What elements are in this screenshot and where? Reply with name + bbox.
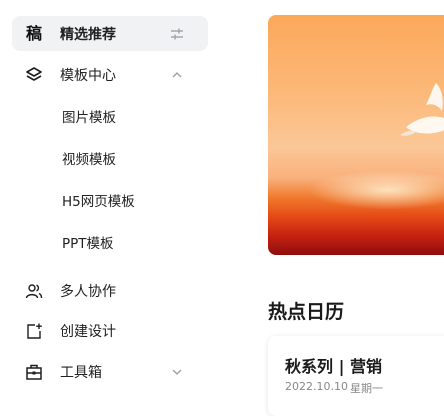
chevron-up-icon[interactable] — [168, 66, 186, 84]
sidebar-item-featured[interactable]: 稿 精选推荐 — [0, 17, 222, 51]
layers-icon — [24, 65, 44, 85]
banner-glow — [308, 170, 444, 210]
chevron-down-icon[interactable] — [168, 363, 186, 381]
event-date: 2022.10.10 — [285, 380, 348, 393]
event-card[interactable]: 秋系列 | 营销 2022.10.10 星期一 — [268, 336, 444, 416]
sidebar-item-label: 创建设计 — [60, 324, 116, 340]
sidebar-subitem-ppt-templates[interactable]: PPT模板 — [0, 225, 222, 259]
sidebar-subitem-image-templates[interactable]: 图片模板 — [0, 99, 222, 133]
sidebar-item-label: 多人协作 — [60, 284, 116, 300]
sidebar-item-label: 模板中心 — [60, 68, 116, 84]
sidebar-subitem-label: PPT模板 — [62, 236, 114, 252]
sidebar-subitem-h5-templates[interactable]: H5网页模板 — [0, 183, 222, 217]
sidebar-item-create-design[interactable]: 创建设计 — [0, 314, 222, 348]
create-design-icon — [24, 321, 44, 341]
sidebar-item-toolbox[interactable]: 工具箱 — [0, 355, 222, 389]
sidebar-item-collaboration[interactable]: 多人协作 — [0, 274, 222, 308]
users-icon — [24, 281, 44, 301]
sidebar-item-label: 工具箱 — [60, 365, 102, 381]
event-weekday: 星期一 — [350, 382, 383, 395]
sidebar-item-label: 精选推荐 — [60, 27, 116, 43]
sidebar: 稿 精选推荐 模板中心 图片模板 视频模板 H5网页模板 PPT模板 多人协作 … — [0, 0, 222, 401]
toolbox-icon — [24, 362, 44, 382]
sliders-icon[interactable] — [168, 25, 186, 43]
gao-icon: 稿 — [25, 24, 42, 43]
sidebar-subitem-label: 图片模板 — [62, 110, 116, 126]
sidebar-subitem-video-templates[interactable]: 视频模板 — [0, 141, 222, 175]
sidebar-item-templates[interactable]: 模板中心 — [0, 58, 222, 92]
sidebar-subitem-label: H5网页模板 — [62, 194, 135, 210]
event-title: 秋系列 | 营销 — [285, 357, 382, 376]
dove-image — [400, 83, 444, 136]
hero-banner-image[interactable] — [268, 15, 444, 255]
sidebar-subitem-label: 视频模板 — [62, 152, 116, 168]
section-title-hot-calendar: 热点日历 — [268, 301, 345, 323]
